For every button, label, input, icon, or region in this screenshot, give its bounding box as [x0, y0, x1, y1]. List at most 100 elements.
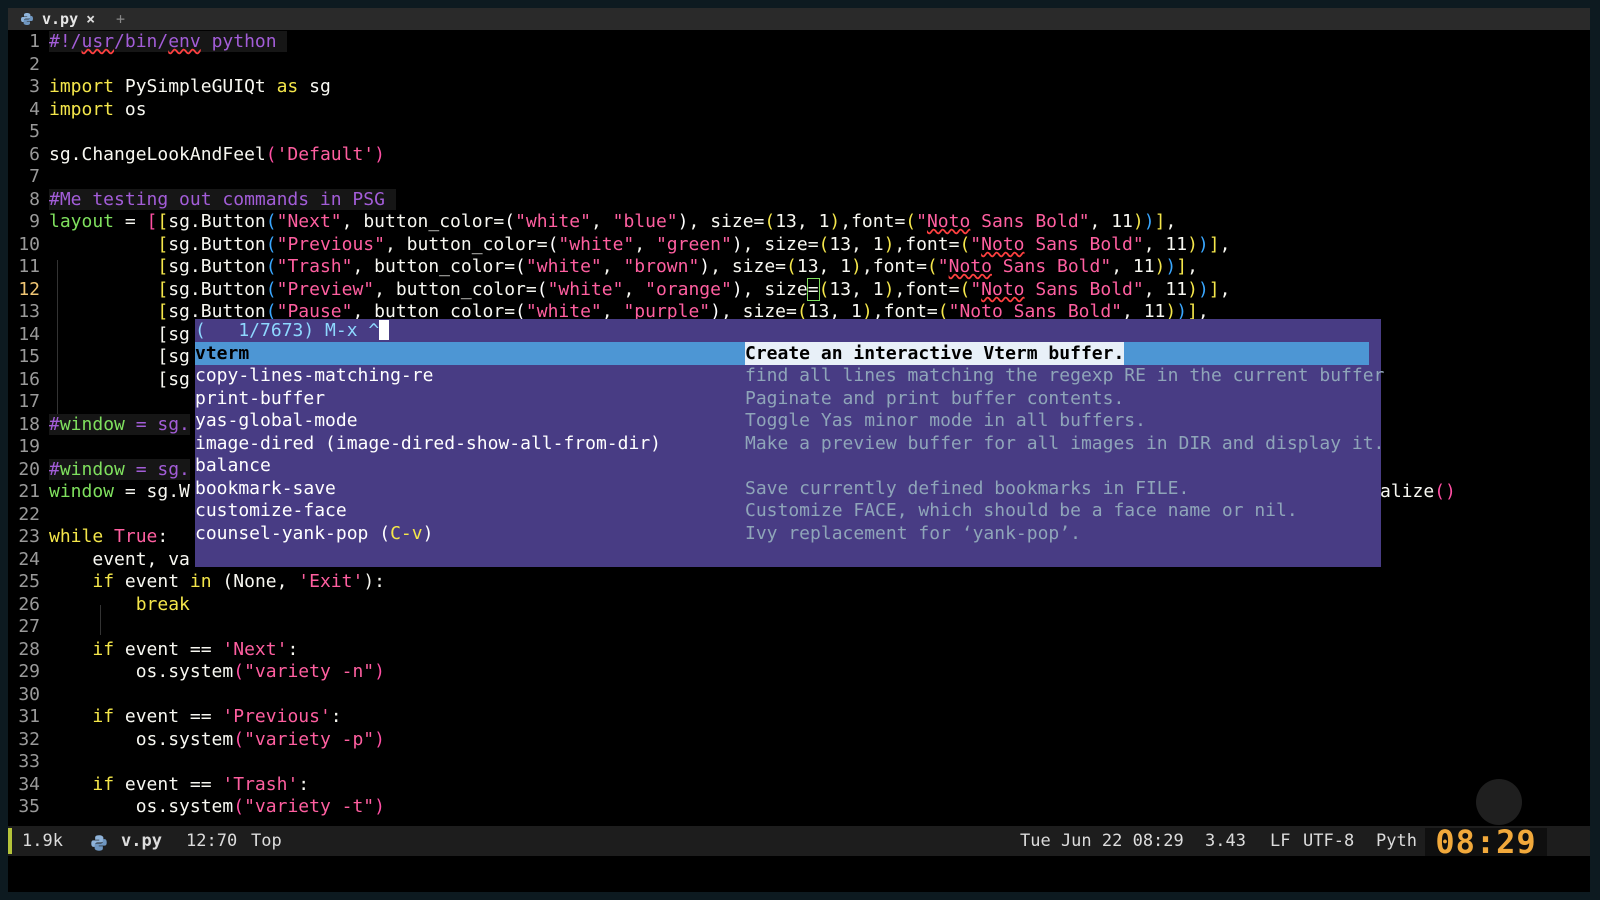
buffer-size: 1.9k: [22, 831, 63, 851]
code-line: 7: [8, 165, 40, 188]
date-time: Tue Jun 22 08:29: [1020, 831, 1184, 851]
buffer-name: v.py: [121, 831, 162, 851]
code-line: 8 #Me testing out commands in PSG: [8, 188, 396, 211]
code-line: 10 [sg.Button("Previous", button_color=(…: [8, 233, 1230, 256]
candidate-name: image-dired (image-dired-show-all-from-d…: [195, 433, 661, 454]
line-number: 35: [18, 796, 40, 817]
line-number: 4: [29, 99, 40, 120]
line-number: 34: [18, 774, 40, 795]
line-number: 14: [18, 324, 40, 345]
line-number: 9: [29, 211, 40, 232]
line-number: 5: [29, 121, 40, 142]
line-number: 25: [18, 571, 40, 592]
line-number: 16: [18, 369, 40, 390]
new-tab-icon[interactable]: +: [116, 8, 125, 30]
code-line: 22: [8, 503, 40, 526]
tab-close-icon[interactable]: ×: [86, 10, 95, 28]
echo-area: [8, 856, 1590, 892]
tab-bar: v.py × +: [8, 8, 1590, 30]
code-line: 9 layout = [[sg.Button("Next", button_col…: [8, 210, 1176, 233]
code-line: 2: [8, 53, 40, 76]
line-number: 1: [29, 31, 40, 52]
code-line: 29 os.system("variety -n"): [8, 660, 385, 683]
line-number: 23: [18, 526, 40, 547]
candidate-name: customize-face: [195, 500, 347, 521]
code-line: 20 #window = sg.: [8, 458, 190, 481]
candidate-item[interactable]: balance: [195, 454, 1381, 477]
candidate-name: copy-lines-matching-re: [195, 365, 434, 386]
encoding: UTF-8: [1303, 831, 1355, 851]
code-line: 35 os.system("variety -t"): [8, 795, 385, 818]
line-number: 18: [18, 414, 40, 435]
candidate-name: balance: [195, 455, 271, 476]
line-number: 27: [18, 616, 40, 637]
mx-prompt[interactable]: ( 1/7673) M-x ^: [195, 319, 390, 342]
candidate-name: print-buffer: [195, 388, 326, 409]
candidate-desc: find all lines matching the regexp RE in…: [745, 365, 1385, 386]
code-line: 32 os.system("variety -p"): [8, 728, 385, 751]
code-line: 16 [sg: [8, 368, 190, 391]
line-number: 17: [18, 391, 40, 412]
floating-button[interactable]: [1476, 779, 1522, 825]
line-number: 28: [18, 639, 40, 660]
line-number: 31: [18, 706, 40, 727]
code-line: 5: [8, 120, 40, 143]
line-number: 10: [18, 234, 40, 255]
line-number: 21: [18, 481, 40, 502]
clock-widget: 08:29: [1425, 826, 1547, 858]
candidate-name: yas-global-mode: [195, 410, 358, 431]
code-line: 14 [sg: [8, 323, 190, 346]
line-number: 24: [18, 549, 40, 570]
candidate-item[interactable]: customize-face Customize FACE, which shou…: [195, 499, 1381, 522]
code-line: 25 if event in (None, 'Exit'):: [8, 570, 385, 593]
candidate-item[interactable]: yas-global-mode Toggle Yas minor mode in …: [195, 409, 1381, 432]
candidate-desc: Customize FACE, which should be a face n…: [745, 500, 1298, 521]
code-line: 24 event, va: [8, 548, 190, 571]
load-average: 3.43: [1205, 831, 1246, 851]
line-number: 6: [29, 144, 40, 165]
line-number: 20: [18, 459, 40, 480]
line-number: 13: [18, 301, 40, 322]
tab-v-py[interactable]: v.py ×: [20, 8, 95, 30]
line-number: 22: [18, 504, 40, 525]
candidate-desc: Create an interactive Vterm buffer.: [745, 342, 1125, 365]
line-number: 11: [18, 256, 40, 277]
candidate-item[interactable]: bookmark-save Save currently defined book…: [195, 477, 1381, 500]
scroll-position: Top: [251, 831, 282, 851]
code-line: 34 if event == 'Trash':: [8, 773, 309, 796]
code-line: 11 [sg.Button("Trash", button_color=("wh…: [8, 255, 1198, 278]
code-line: 6 sg.ChangeLookAndFeel('Default'): [8, 143, 385, 166]
code-line: 23 while True:: [8, 525, 168, 548]
candidate-item[interactable]: counsel-yank-pop (C-v) Ivy replacement fo…: [195, 522, 1381, 545]
line-number: 15: [18, 346, 40, 367]
line-number: 29: [18, 661, 40, 682]
line-number: 30: [18, 684, 40, 705]
code-line: 31 if event == 'Previous':: [8, 705, 341, 728]
code-line: 3 import PySimpleGUIQt as sg: [8, 75, 331, 98]
line-number: 7: [29, 166, 40, 187]
candidate-item[interactable]: image-dired (image-dired-show-all-from-d…: [195, 432, 1384, 455]
candidate-item-selected[interactable]: vterm Create an interactive Vterm buffer.: [195, 342, 1381, 365]
code-line: 12 [sg.Button("Preview", button_color=("…: [8, 278, 1230, 301]
line-number: 32: [18, 729, 40, 750]
cursor-position: 12:70: [186, 831, 238, 851]
candidate-desc: Save currently defined bookmarks in FILE…: [745, 478, 1190, 499]
code-line: 1 #!/usr/bin/env python: [8, 30, 288, 53]
code-line: 26 break: [8, 593, 190, 616]
text-cursor: =: [806, 278, 820, 301]
candidate-item[interactable]: print-buffer Paginate and print buffer co…: [195, 387, 1381, 410]
modeline-indicator: [8, 828, 12, 854]
code-line: 19: [8, 435, 40, 458]
tab-title: v.py: [42, 10, 79, 28]
candidate-item[interactable]: copy-lines-matching-re find all lines mat…: [195, 364, 1385, 387]
line-number-current: 12: [18, 279, 40, 300]
code-line: 18 #window = sg.: [8, 413, 190, 436]
code-line: 17: [8, 390, 40, 413]
code-line-tail: alize(): [1380, 481, 1456, 502]
code-line: 33: [8, 750, 40, 773]
code-line: 21 window = sg.W: [8, 480, 190, 503]
code-line: 30: [8, 683, 40, 706]
line-number: 33: [18, 751, 40, 772]
eol-type: LF: [1270, 831, 1291, 851]
candidate-desc: Paginate and print buffer contents.: [745, 388, 1125, 409]
